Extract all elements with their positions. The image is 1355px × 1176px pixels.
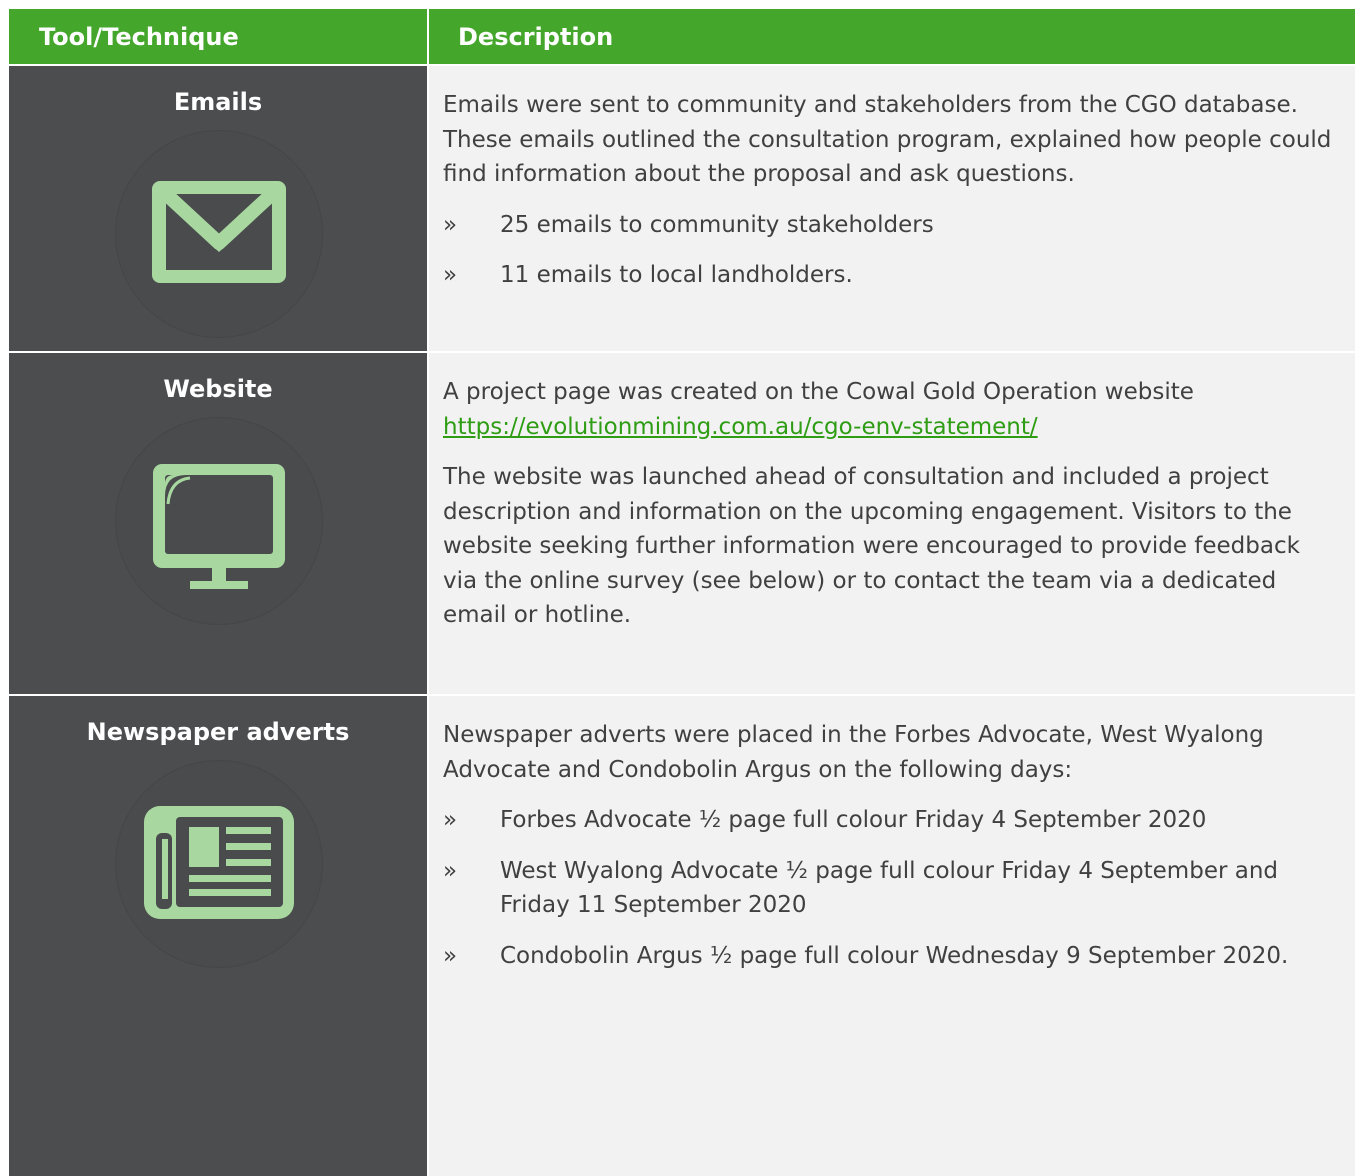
tool-cell-newspaper: Newspaper adverts xyxy=(9,696,427,1176)
tool-title: Website xyxy=(163,375,273,403)
tool-title: Emails xyxy=(173,88,263,116)
description-text: Emails were sent to community and stakeh… xyxy=(443,92,1332,187)
bullet-mark: » xyxy=(443,942,458,969)
monitor-icon xyxy=(153,464,285,589)
list-item-text: 25 emails to community stakeholders xyxy=(500,211,934,238)
table-row-website: Website A project page was created on th… xyxy=(9,353,1355,694)
envelope-icon xyxy=(152,181,286,283)
list-item: » Forbes Advocate ½ page full colour Frid… xyxy=(443,803,1335,838)
description-text: Newspaper adverts were placed in the For… xyxy=(443,722,1264,783)
tool-cell-emails: Emails xyxy=(9,66,427,351)
bullet-mark: » xyxy=(443,807,458,833)
list-item-text: 11 emails to local landholders. xyxy=(500,262,853,288)
description-cell-newspaper: Newspaper adverts were placed in the For… xyxy=(429,696,1355,1176)
tool-title: Newspaper adverts xyxy=(86,718,350,746)
list-item: » 25 emails to community stakeholders xyxy=(443,208,1335,243)
description-text: A project page was created on the Cowal … xyxy=(443,375,1335,444)
list-item-text: Condobolin Argus ½ page full colour Wedn… xyxy=(500,942,1289,969)
bullet-mark: » xyxy=(443,211,458,238)
header-description: Description xyxy=(429,9,1355,64)
icon-circle xyxy=(116,761,322,967)
bullet-mark: » xyxy=(443,262,458,288)
icon-circle xyxy=(116,131,322,337)
icon-circle xyxy=(116,418,322,624)
header-tool-technique: Tool/Technique xyxy=(9,9,427,64)
bullet-mark: » xyxy=(443,857,458,884)
bullet-list: » 25 emails to community stakeholders » 11… xyxy=(443,208,1335,293)
list-item-text: West Wyalong Advocate ½ page full colour… xyxy=(500,857,1279,919)
consultation-table: Tool/Technique Description Emails Emails… xyxy=(9,9,1355,1176)
list-item-text: Forbes Advocate ½ page full colour Frida… xyxy=(500,807,1207,833)
bullet-list: » Forbes Advocate ½ page full colour Frid… xyxy=(443,803,1335,973)
table-row-newspaper: Newspaper adverts Newspaper adverts were… xyxy=(9,696,1355,1176)
description-cell-website: A project page was created on the Cowal … xyxy=(429,353,1355,694)
table-header: Tool/Technique Description xyxy=(9,9,1355,64)
list-item: » 11 emails to local landholders. xyxy=(443,258,1335,293)
description-cell-emails: Emails were sent to community and stakeh… xyxy=(429,66,1355,351)
newspaper-icon xyxy=(144,806,294,919)
website-link[interactable]: https://evolutionmining.com.au/cgo-env-s… xyxy=(443,414,1038,440)
description-lead: A project page was created on the Cowal … xyxy=(443,379,1194,405)
list-item: » Condobolin Argus ½ page full colour Wed… xyxy=(443,939,1335,974)
table-row-emails: Emails Emails were sent to community and… xyxy=(9,66,1355,351)
list-item: » West Wyalong Advocate ½ page full colou… xyxy=(443,854,1335,923)
tool-cell-website: Website xyxy=(9,353,427,694)
description-text-2: The website was launched ahead of consul… xyxy=(443,464,1300,628)
